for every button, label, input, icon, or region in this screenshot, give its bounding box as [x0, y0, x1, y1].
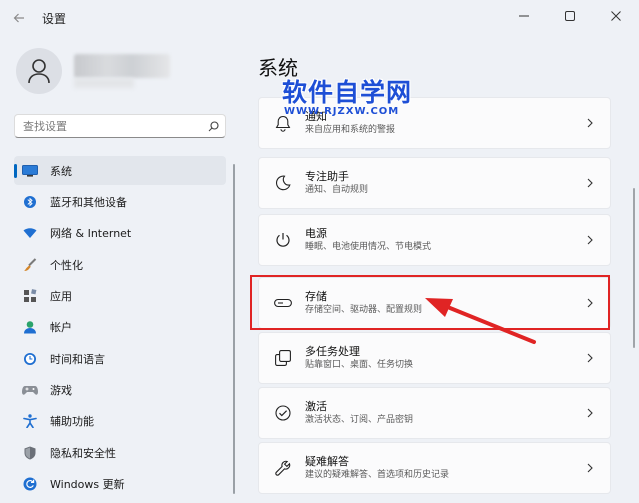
multitask-icon	[273, 348, 293, 368]
sidebar-item-label: 辅助功能	[50, 415, 94, 429]
sidebar-nav: 系统 蓝牙和其他设备 网络 & Internet 个性化 应用 帐户 时间和语言…	[0, 156, 240, 501]
card-text: 电源 睡眠、电池使用情况、节电模式	[305, 226, 580, 254]
check-circle-icon	[273, 403, 293, 423]
bluetooth-icon	[22, 194, 38, 210]
card-text: 疑难解答 建议的疑难解答、首选项和历史记录	[305, 454, 580, 482]
update-icon	[22, 476, 38, 492]
storage-drive-icon	[273, 293, 293, 313]
chevron-right-icon	[580, 298, 600, 308]
accessibility-icon	[22, 413, 38, 429]
sidebar-item-label: 时间和语言	[50, 352, 105, 366]
content-scrollbar[interactable]	[633, 188, 635, 348]
chevron-right-icon	[580, 408, 600, 418]
content-pane: 系统 通知 来自应用和系统的警报 专注助手 通知、自动规则 电源 睡眠、电池使用…	[240, 36, 639, 503]
apps-icon	[22, 288, 38, 304]
power-icon	[273, 230, 293, 250]
card-title: 激活	[305, 400, 327, 413]
settings-card-multitasking[interactable]: 多任务处理 贴靠窗口、桌面、任务切换	[258, 332, 611, 384]
chevron-right-icon	[580, 178, 600, 188]
shield-icon	[22, 445, 38, 461]
minimize-button[interactable]	[501, 0, 547, 32]
sidebar-item-system[interactable]: 系统	[14, 156, 226, 185]
minimize-icon	[519, 15, 529, 17]
avatar	[16, 48, 62, 94]
chevron-right-icon	[580, 118, 600, 128]
card-description: 睡眠、电池使用情况、节电模式	[305, 242, 432, 252]
card-title: 电源	[305, 227, 327, 240]
wrench-icon	[273, 458, 293, 478]
sidebar-item-label: 游戏	[50, 383, 72, 397]
chevron-right-icon	[580, 463, 600, 473]
sidebar-item-label: 隐私和安全性	[50, 446, 116, 460]
watermark-text: 软件自学网	[282, 78, 413, 107]
clock-globe-icon	[22, 351, 38, 367]
person-icon	[28, 59, 50, 84]
chevron-right-icon	[580, 353, 600, 363]
sidebar-item-accounts[interactable]: 帐户	[14, 313, 226, 342]
sidebar-item-label: Windows 更新	[50, 477, 125, 491]
settings-card-storage[interactable]: 存储 存储空间、驱动器、配置规则	[258, 277, 611, 329]
sidebar-item-label: 蓝牙和其他设备	[50, 195, 127, 209]
sidebar-item-label: 个性化	[50, 258, 83, 272]
sidebar-item-apps[interactable]: 应用	[14, 281, 226, 310]
search-box	[14, 114, 226, 138]
settings-card-focus-assist[interactable]: 专注助手 通知、自动规则	[258, 157, 611, 209]
close-button[interactable]	[593, 0, 639, 32]
card-description: 存储空间、驱动器、配置规则	[305, 305, 423, 315]
back-button[interactable]	[8, 7, 30, 29]
card-text: 专注助手 通知、自动规则	[305, 169, 580, 197]
app-title: 设置	[42, 11, 67, 26]
settings-card-power[interactable]: 电源 睡眠、电池使用情况、节电模式	[258, 214, 611, 266]
sidebar-item-label: 系统	[50, 164, 72, 178]
blurred-username	[74, 54, 170, 78]
page-title: 系统	[258, 56, 298, 80]
close-icon	[611, 11, 621, 21]
card-title: 专注助手	[305, 170, 349, 183]
sidebar-item-bluetooth[interactable]: 蓝牙和其他设备	[14, 187, 226, 216]
sidebar-item-label: 网络 & Internet	[50, 227, 132, 241]
card-title: 疑难解答	[305, 455, 349, 468]
search-input[interactable]	[15, 119, 201, 133]
sidebar-item-accessibility[interactable]: 辅助功能	[14, 407, 226, 436]
sidebar-item-privacy[interactable]: 隐私和安全性	[14, 438, 226, 467]
sidebar-item-label: 帐户	[50, 321, 72, 335]
gamepad-icon	[22, 382, 38, 398]
card-title: 存储	[305, 290, 327, 303]
wifi-icon	[22, 225, 38, 241]
maximize-button[interactable]	[547, 0, 593, 32]
watermark: 软件自学网 WWW.RJZXW.COM	[282, 78, 432, 117]
card-description: 激活状态、订阅、产品密钥	[305, 415, 414, 425]
monitor-icon	[22, 163, 38, 179]
back-arrow-icon	[13, 13, 24, 23]
chevron-right-icon	[580, 235, 600, 245]
settings-card-troubleshoot[interactable]: 疑难解答 建议的疑难解答、首选项和历史记录	[258, 442, 611, 494]
blurred-account	[74, 78, 134, 88]
card-description: 来自应用和系统的警报	[305, 125, 396, 135]
sidebar-item-gaming[interactable]: 游戏	[14, 375, 226, 404]
maximize-icon	[565, 11, 575, 21]
card-text: 存储 存储空间、驱动器、配置规则	[305, 289, 580, 317]
title-bar: 设置	[0, 0, 639, 36]
user-profile[interactable]	[16, 48, 226, 98]
sidebar-item-time-language[interactable]: 时间和语言	[14, 344, 226, 373]
search-icon[interactable]	[201, 115, 225, 137]
settings-card-activation[interactable]: 激活 激活状态、订阅、产品密钥	[258, 387, 611, 439]
card-description: 建议的疑难解答、首选项和历史记录	[305, 470, 450, 480]
sidebar-item-label: 应用	[50, 289, 72, 303]
card-text: 多任务处理 贴靠窗口、桌面、任务切换	[305, 344, 580, 372]
window-controls	[501, 0, 639, 32]
moon-icon	[273, 173, 293, 193]
card-description: 通知、自动规则	[305, 185, 369, 195]
sidebar-item-personalization[interactable]: 个性化	[14, 250, 226, 279]
sidebar-item-windows-update[interactable]: Windows 更新	[14, 469, 226, 498]
card-text: 激活 激活状态、订阅、产品密钥	[305, 399, 580, 427]
brush-icon	[22, 257, 38, 273]
person-icon	[22, 319, 38, 335]
card-title: 多任务处理	[305, 345, 360, 358]
sidebar-item-network[interactable]: 网络 & Internet	[14, 219, 226, 248]
sidebar: 系统 蓝牙和其他设备 网络 & Internet 个性化 应用	[0, 36, 240, 503]
card-description: 贴靠窗口、桌面、任务切换	[305, 360, 414, 370]
sidebar-scrollbar[interactable]	[233, 164, 235, 494]
